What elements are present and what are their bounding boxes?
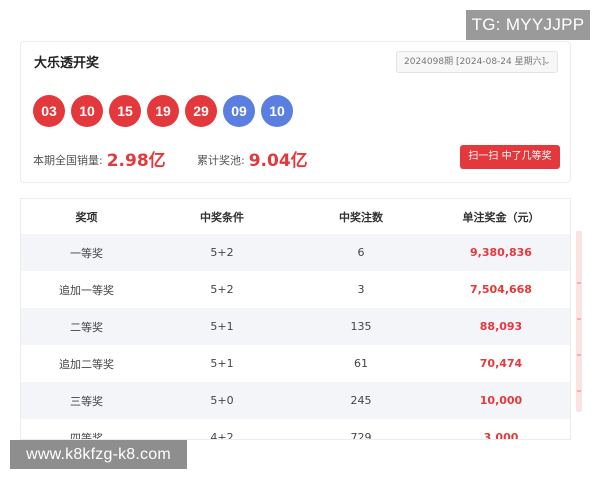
front-ball: 15 (109, 95, 141, 127)
sales-stat: 本期全国销量: 2.98亿 (33, 146, 166, 171)
winning-numbers: 03 10 15 19 29 09 10 (33, 95, 299, 127)
page-title: 大乐透开奖 (34, 56, 100, 71)
header-winner-count: 中奖注数 (292, 199, 430, 234)
table-row: 二等奖 5+1 135 88,093 (21, 308, 570, 345)
table-header-row: 奖项 中奖条件 中奖注数 单注奖金（元） (21, 199, 570, 234)
front-ball: 29 (185, 95, 217, 127)
site-watermark: www.k8kfzg-k8.com (10, 440, 187, 469)
condition-cell: 5+2 (152, 234, 292, 271)
prize-table: 奖项 中奖条件 中奖注数 单注奖金（元） 一等奖 5+2 6 9,380,836 追加一… (21, 199, 570, 440)
table-row: 一等奖 5+2 6 9,380,836 (21, 234, 570, 271)
condition-cell: 5+1 (210, 357, 234, 370)
chevron-down-icon: ⌄ (542, 56, 551, 67)
issue-selected-value: 2024098期 [2024-08-24 星期六] (404, 57, 546, 67)
condition-cell: 5+1 (152, 308, 292, 345)
pool-value: 9.04亿 (248, 151, 308, 171)
winner-count-cell: 61 (354, 357, 368, 370)
prize-amount-cell: 7,504,668 (470, 283, 532, 296)
prize-amount-cell: 88,093 (430, 308, 570, 345)
telegram-badge: TG: MYYJJPP (466, 10, 590, 40)
table-row: 四等奖 4+2 729 3,000 (21, 419, 570, 440)
front-ball: 19 (147, 95, 179, 127)
header-prize-amount: 单注奖金（元） (430, 199, 570, 234)
table-row: 追加一等奖 5+2 3 7,504,668 (21, 271, 570, 308)
condition-cell: 5+2 (210, 283, 234, 296)
scan-check-prize-button[interactable]: 扫一扫 中了几等奖 (460, 145, 560, 169)
header-prize-level: 奖项 (21, 199, 152, 234)
condition-cell: 4+2 (210, 431, 234, 440)
prize-level-cell: 二等奖 (21, 308, 152, 345)
winner-count-cell: 729 (350, 431, 372, 440)
prize-level-cell: 追加一等奖 (59, 283, 114, 297)
prize-level-cell: 三等奖 (21, 382, 152, 419)
table-row: 追加二等奖 5+1 61 70,474 (21, 345, 570, 382)
prize-amount-cell: 70,474 (479, 357, 523, 370)
winner-count-cell: 6 (292, 234, 430, 271)
header-condition: 中奖条件 (152, 199, 292, 234)
table-row: 三等奖 5+0 245 10,000 (21, 382, 570, 419)
prize-amount-cell: 9,380,836 (430, 234, 570, 271)
sales-value: 2.98亿 (106, 151, 166, 171)
prize-level-cell: 追加二等奖 (59, 357, 114, 371)
pool-stat: 累计奖池: 9.04亿 (197, 146, 308, 171)
prize-level-cell: 四等奖 (70, 431, 103, 440)
prize-amount-cell: 10,000 (430, 382, 570, 419)
condition-cell: 5+0 (152, 382, 292, 419)
issue-dropdown[interactable]: 2024098期 [2024-08-24 星期六] ⌄ (396, 51, 558, 73)
winner-count-cell: 3 (357, 283, 365, 296)
prize-amount-cell: 3,000 (483, 431, 519, 440)
sales-label: 本期全国销量: (33, 154, 103, 167)
back-ball: 09 (223, 95, 255, 127)
prize-level-cell: 一等奖 (21, 234, 152, 271)
front-ball: 10 (71, 95, 103, 127)
winner-count-cell: 245 (292, 382, 430, 419)
prize-table-card: 奖项 中奖条件 中奖注数 单注奖金（元） 一等奖 5+2 6 9,380,836 追加一… (20, 198, 571, 440)
back-ball: 10 (261, 95, 293, 127)
winner-count-cell: 135 (292, 308, 430, 345)
scroll-indicator-marks (577, 262, 581, 412)
draw-result-card: 大乐透开奖 2024098期 [2024-08-24 星期六] ⌄ 03 10 15… (20, 41, 571, 183)
pool-label: 累计奖池: (197, 154, 245, 167)
front-ball: 03 (33, 95, 65, 127)
